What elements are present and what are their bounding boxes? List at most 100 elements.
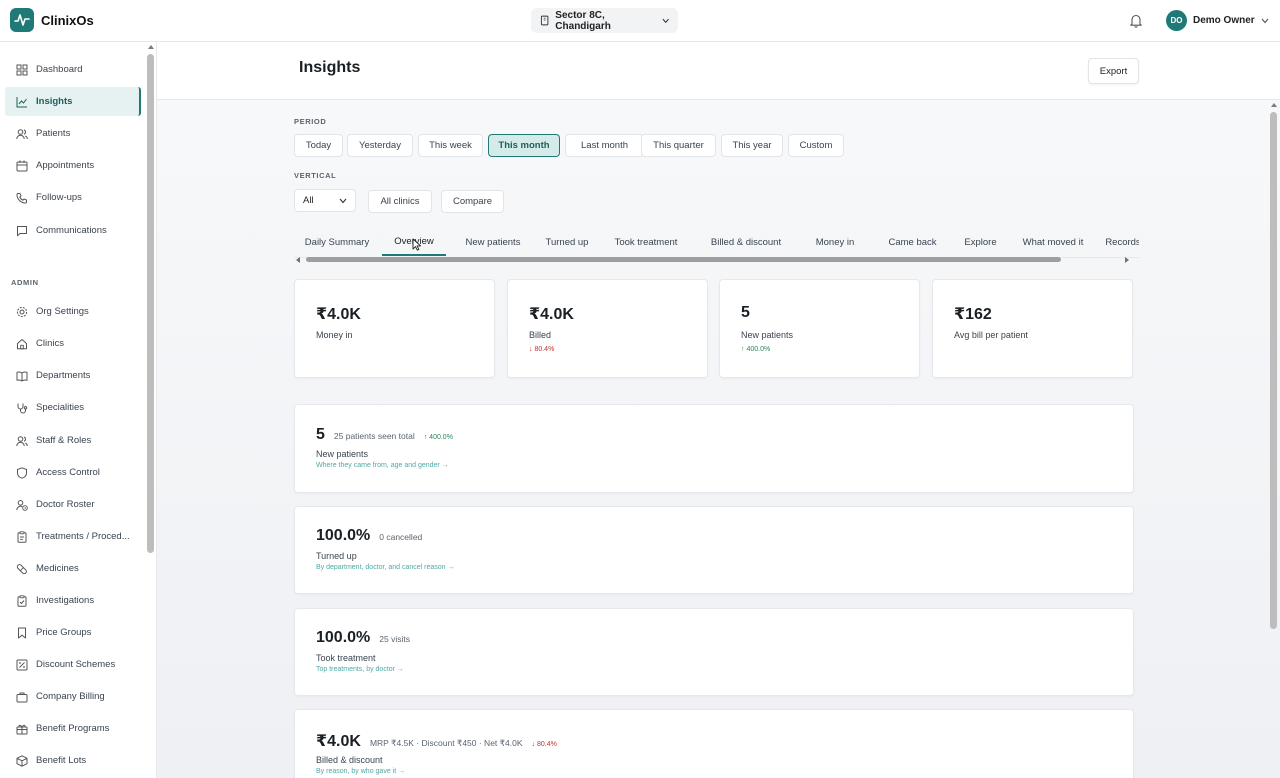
sidebar-item-access-control[interactable]: Access Control [5, 458, 141, 487]
sidebar-item-benefit-lots[interactable]: Benefit Lots [5, 746, 141, 775]
page-header: Insights Export [157, 42, 1280, 100]
summary-card-took-treatment[interactable]: 100.0% 25 visits Took treatment Top trea… [294, 608, 1134, 696]
vertical-value: All [303, 195, 314, 206]
period-this-month[interactable]: This month [488, 134, 560, 157]
all-clinics-button[interactable]: All clinics [368, 190, 432, 213]
user-menu[interactable]: DO Demo Owner [1166, 10, 1269, 31]
card-big-value: ₹4.0K [316, 733, 361, 750]
kpi-delta-value: 80.4% [534, 346, 555, 353]
vertical-select[interactable]: All [294, 189, 356, 212]
sidebar-item-patients[interactable]: Patients [5, 119, 141, 148]
sidebar-item-staff-roles[interactable]: Staff & Roles [5, 426, 141, 455]
scroll-left-arrow[interactable] [296, 257, 300, 263]
kpi-avg-bill[interactable]: ₹162 Avg bill per patient [932, 279, 1133, 378]
sidebar-item-appointments[interactable]: Appointments [5, 151, 141, 180]
percent-icon [16, 659, 28, 670]
location-selector[interactable]: Sector 8C, Chandigarh [531, 8, 678, 33]
sidebar-item-departments[interactable]: Departments [5, 361, 141, 390]
compare-button[interactable]: Compare [441, 190, 504, 213]
pill-icon [16, 563, 27, 574]
sidebar-scroll-up-arrow[interactable] [148, 45, 154, 49]
kpi-money-in[interactable]: ₹4.0K Money in [294, 279, 495, 378]
tabs-scrollbar[interactable] [294, 255, 1134, 265]
shield-icon [17, 466, 27, 479]
kpi-billed[interactable]: ₹4.0K Billed ↓ 80.4% [507, 279, 708, 378]
tab-money-in[interactable]: Money in [798, 228, 872, 256]
period-this-year[interactable]: This year [721, 134, 783, 157]
card-link[interactable]: By reason, by who gave it → [316, 768, 405, 775]
sidebar-item-clinics[interactable]: Clinics [5, 329, 141, 358]
card-delta-value: 80.4% [537, 741, 557, 748]
card-title: New patients [316, 449, 369, 459]
tab-daily-summary[interactable]: Daily Summary [294, 228, 380, 256]
period-this-quarter[interactable]: This quarter [641, 134, 716, 157]
summary-card-billed-discount[interactable]: ₹4.0K MRP ₹4.5K · Discount ₹450 · Net ₹4… [294, 709, 1134, 778]
tab-records[interactable]: Records [1098, 228, 1139, 256]
bell-icon[interactable] [1129, 13, 1143, 33]
period-today[interactable]: Today [294, 134, 343, 157]
grid-icon [16, 64, 28, 75]
chevron-down-icon [662, 18, 669, 23]
sidebar-item-discount-schemes[interactable]: Discount Schemes [5, 650, 141, 679]
sidebar-item-label: Price Groups [36, 627, 92, 638]
main-scroll-up-arrow[interactable] [1271, 103, 1277, 107]
clipboard-check-icon [17, 594, 27, 607]
kpi-value: ₹162 [954, 306, 992, 323]
summary-card-new-patients[interactable]: 5 25 patients seen total ↑ 400.0% New pa… [294, 404, 1134, 493]
sidebar-item-treatments[interactable]: Treatments / Proced... [5, 522, 141, 551]
user-name: Demo Owner [1193, 15, 1255, 26]
sidebar-item-communications[interactable]: Communications [5, 216, 141, 245]
tab-explore[interactable]: Explore [953, 228, 1008, 256]
sidebar-item-investigations[interactable]: Investigations [5, 586, 141, 615]
admin-section-label: ADMIN [11, 278, 39, 287]
period-custom[interactable]: Custom [788, 134, 844, 157]
chevron-down-icon [339, 198, 347, 203]
sidebar-scrollbar[interactable] [147, 54, 154, 553]
sidebar-item-price-groups[interactable]: Price Groups [5, 618, 141, 647]
export-button[interactable]: Export [1088, 58, 1139, 84]
summary-card-turned-up[interactable]: 100.0% 0 cancelled Turned up By departme… [294, 506, 1134, 594]
card-link[interactable]: Where they came from, age and gender → [316, 462, 449, 469]
kpi-new-patients[interactable]: 5 New patients ↑ 400.0% [719, 279, 920, 378]
calendar-icon [16, 160, 28, 171]
sidebar-item-label: Departments [36, 370, 91, 381]
sidebar-item-medicines[interactable]: Medicines [5, 554, 141, 583]
tab-turned-up[interactable]: Turned up [539, 228, 595, 256]
bookmark-icon [18, 627, 26, 638]
card-title: Turned up [316, 551, 357, 561]
sidebar-item-org-settings[interactable]: Org Settings [5, 297, 141, 326]
users-icon [16, 435, 28, 446]
sidebar-item-benefit-programs[interactable]: Benefit Programs [5, 714, 141, 743]
card-link[interactable]: Top treatments, by doctor → [316, 666, 404, 673]
sidebar-item-label: Follow-ups [36, 192, 82, 203]
sidebar-item-follow-ups[interactable]: Follow-ups [5, 183, 141, 212]
sidebar-item-label: Specialities [36, 402, 85, 413]
sidebar-item-label: Dashboard [36, 64, 83, 75]
period-last-month[interactable]: Last month [565, 134, 644, 157]
scroll-right-arrow[interactable] [1125, 257, 1129, 263]
tab-new-patients[interactable]: New patients [450, 228, 536, 256]
period-yesterday[interactable]: Yesterday [347, 134, 413, 157]
tab-billed-discount[interactable]: Billed & discount [698, 228, 794, 256]
tab-came-back[interactable]: Came back [877, 228, 948, 256]
tab-what-moved-it[interactable]: What moved it [1011, 228, 1095, 256]
sidebar-item-specialities[interactable]: Specialities [5, 393, 141, 422]
top-bar: ClinixOs Sector 8C, Chandigarh DO Demo O… [0, 0, 1280, 42]
period-this-week[interactable]: This week [418, 134, 483, 157]
sidebar-item-dashboard[interactable]: Dashboard [5, 55, 141, 84]
card-title: Took treatment [316, 653, 376, 663]
tabs-scroll-thumb[interactable] [306, 257, 1061, 262]
sidebar-item-doctor-roster[interactable]: Doctor Roster [5, 490, 141, 519]
sidebar-item-label: Insights [36, 96, 73, 107]
sidebar-item-insights[interactable]: Insights [5, 87, 141, 116]
sidebar-item-label: Company Billing [36, 691, 105, 702]
card-link[interactable]: By department, doctor, and cancel reason… [316, 564, 455, 571]
brand[interactable]: ClinixOs [10, 8, 94, 32]
main-scrollbar[interactable] [1270, 112, 1277, 629]
kpi-label: New patients [741, 330, 794, 340]
kpi-label: Avg bill per patient [954, 330, 1028, 340]
tab-took-treatment[interactable]: Took treatment [598, 228, 694, 256]
briefcase-icon [16, 692, 28, 702]
sidebar-item-company-billing[interactable]: Company Billing [5, 682, 141, 711]
sidebar-item-label: Doctor Roster [36, 499, 95, 510]
